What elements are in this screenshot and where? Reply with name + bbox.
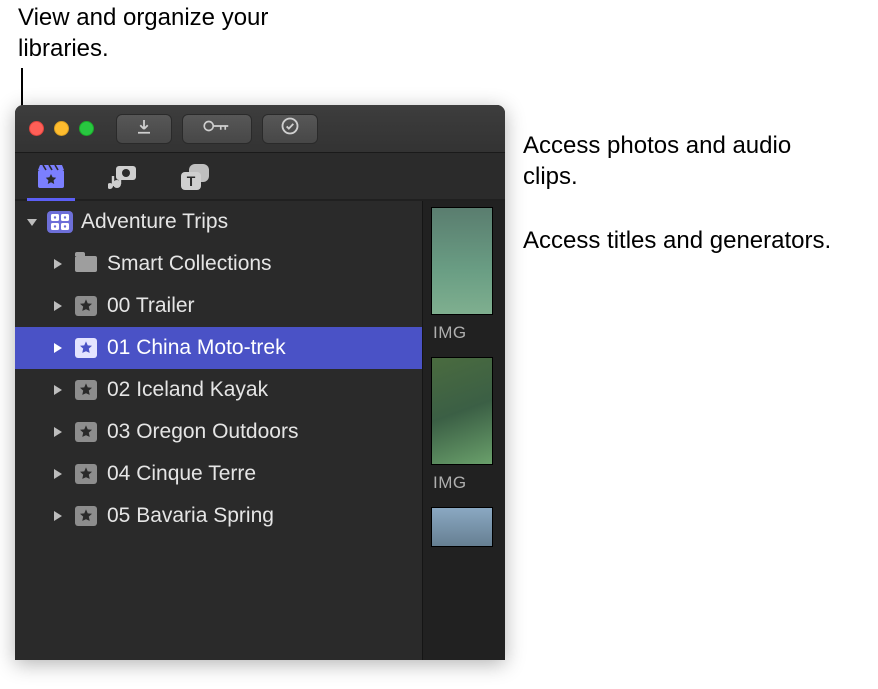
chevron-right-icon	[51, 468, 65, 480]
clip-thumbnail[interactable]	[431, 507, 493, 547]
sidebar-tabs: T	[15, 153, 505, 201]
event-star-icon	[73, 379, 99, 401]
callout-photos-audio: Access photos and audio clips.	[523, 130, 843, 192]
row-label: Smart Collections	[107, 252, 272, 276]
clapperboard-star-icon	[37, 164, 65, 195]
sidebar-item-event[interactable]: 05 Bavaria Spring	[15, 495, 422, 537]
svg-text:T: T	[187, 173, 196, 189]
chevron-right-icon	[51, 384, 65, 396]
camera-music-icon	[108, 164, 138, 195]
zoom-window-button[interactable]	[79, 121, 94, 136]
clip-thumbnail[interactable]	[431, 357, 493, 465]
chevron-right-icon	[51, 342, 65, 354]
event-star-icon	[73, 505, 99, 527]
import-button[interactable]	[116, 114, 172, 144]
library-name: Adventure Trips	[81, 210, 228, 234]
background-tasks-button[interactable]	[262, 114, 318, 144]
browser-main: Adventure Trips Smart Collections 00 Tra…	[15, 201, 505, 660]
event-star-icon	[73, 463, 99, 485]
row-label: 01 China Moto-trek	[107, 336, 286, 360]
clip-thumbnail[interactable]	[431, 207, 493, 315]
minimize-window-button[interactable]	[54, 121, 69, 136]
library-icon	[47, 211, 73, 233]
callout-titles-generators: Access titles and generators.	[523, 225, 843, 256]
row-label: 03 Oregon Outdoors	[107, 420, 298, 444]
clip-browser: IMG IMG	[423, 201, 505, 660]
tab-titles-generators[interactable]: T	[177, 159, 213, 199]
clip-label: IMG	[431, 323, 505, 343]
tab-libraries[interactable]	[33, 159, 69, 199]
chevron-right-icon	[51, 300, 65, 312]
row-label: 04 Cinque Terre	[107, 462, 256, 486]
chevron-right-icon	[51, 510, 65, 522]
clip-label: IMG	[431, 473, 505, 493]
close-window-button[interactable]	[29, 121, 44, 136]
sidebar-item-event[interactable]: 02 Iceland Kayak	[15, 369, 422, 411]
chevron-down-icon	[25, 216, 39, 228]
chevron-right-icon	[51, 426, 65, 438]
callout-libraries: View and organize your libraries.	[18, 2, 278, 64]
checkmark-circle-icon	[280, 116, 300, 141]
sidebar-item-event-selected[interactable]: 01 China Moto-trek	[15, 327, 422, 369]
chevron-right-icon	[51, 258, 65, 270]
app-window: T Adventure Trips	[15, 105, 505, 660]
event-star-icon	[73, 421, 99, 443]
tab-photos-audio[interactable]	[105, 159, 141, 199]
window-controls	[29, 121, 94, 136]
library-header-row[interactable]: Adventure Trips	[15, 201, 422, 243]
row-label: 05 Bavaria Spring	[107, 504, 274, 528]
sidebar-item-event[interactable]: 00 Trailer	[15, 285, 422, 327]
event-star-icon	[73, 295, 99, 317]
sidebar-item-event[interactable]: 03 Oregon Outdoors	[15, 411, 422, 453]
title-t-icon: T	[181, 164, 209, 195]
folder-icon	[73, 253, 99, 275]
key-icon	[202, 118, 232, 139]
event-star-icon	[73, 337, 99, 359]
row-label: 00 Trailer	[107, 294, 195, 318]
sidebar-item-smart-collections[interactable]: Smart Collections	[15, 243, 422, 285]
row-label: 02 Iceland Kayak	[107, 378, 268, 402]
sidebar-item-event[interactable]: 04 Cinque Terre	[15, 453, 422, 495]
keyword-editor-button[interactable]	[182, 114, 252, 144]
libraries-sidebar: Adventure Trips Smart Collections 00 Tra…	[15, 201, 423, 660]
download-arrow-icon	[135, 117, 153, 140]
titlebar	[15, 105, 505, 153]
